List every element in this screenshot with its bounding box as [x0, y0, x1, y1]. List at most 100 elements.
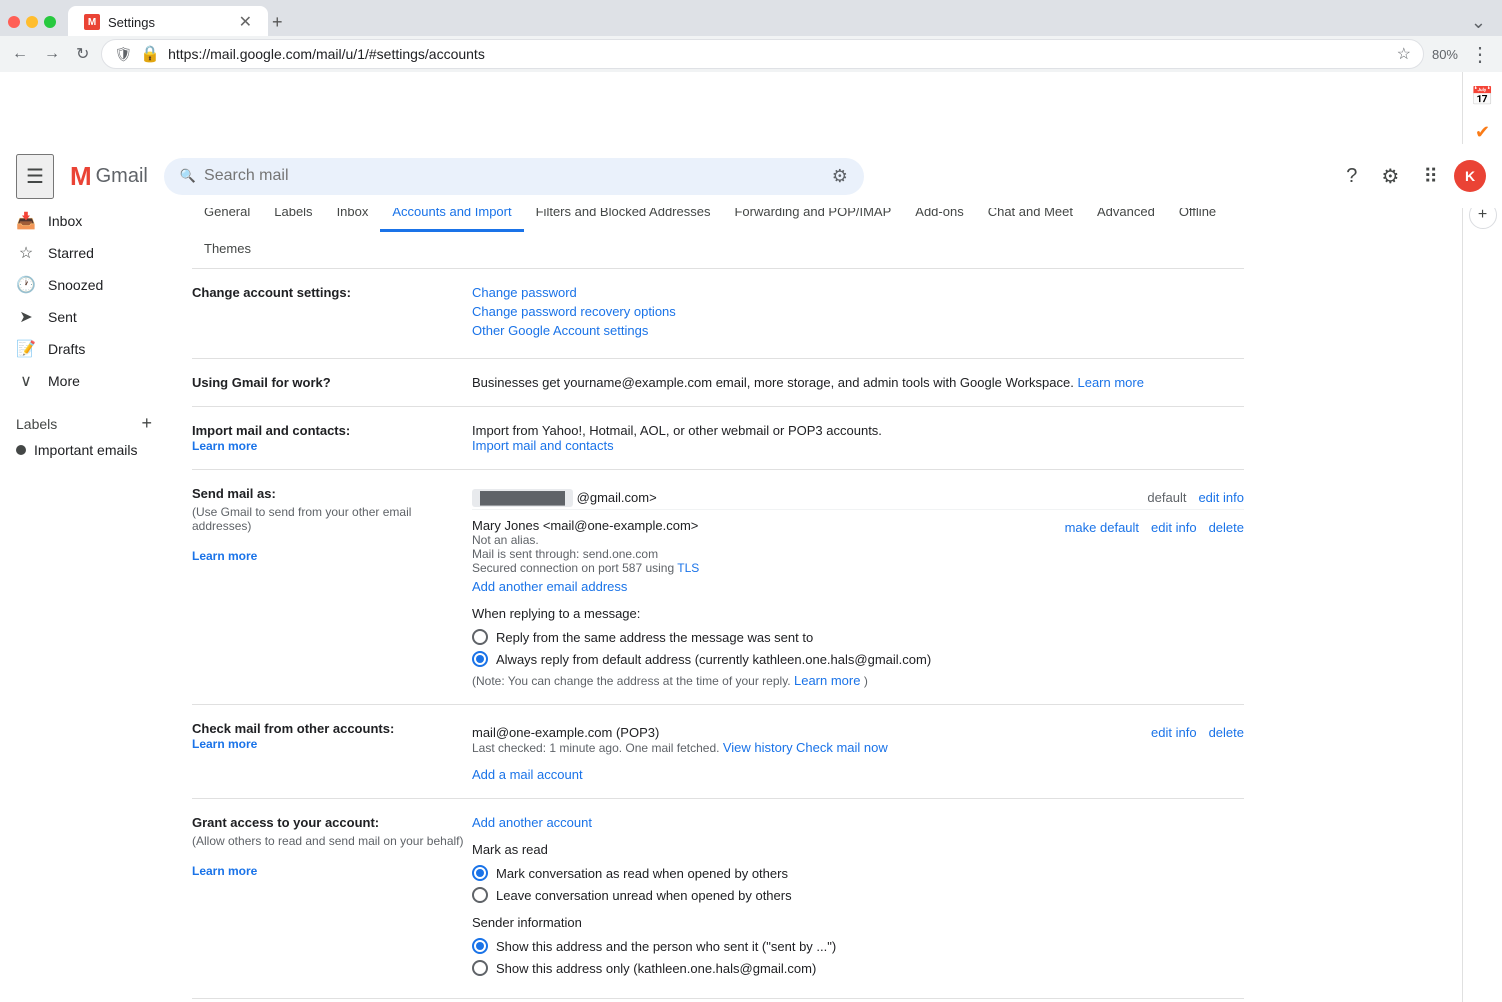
- primary-email-suffix: @gmail.com>: [577, 490, 657, 505]
- tab-menu-button[interactable]: ⌄: [1471, 12, 1494, 33]
- snoozed-icon: 🕐: [16, 275, 36, 295]
- sent-icon: ➤: [16, 307, 36, 327]
- zoom-level: 80%: [1432, 47, 1458, 62]
- sidebar-item-label: Snoozed: [48, 277, 103, 293]
- gmail-work-value: Businesses get yourname@example.com emai…: [472, 375, 1244, 390]
- search-bar[interactable]: 🔍 ⚙: [164, 158, 864, 195]
- help-button[interactable]: ?: [1338, 157, 1365, 196]
- inbox-icon: 📥: [16, 211, 36, 231]
- apps-button[interactable]: ⠿: [1415, 156, 1446, 197]
- tab-close-button[interactable]: ✕: [239, 12, 252, 32]
- change-password-link[interactable]: Change password: [472, 285, 1244, 300]
- grant-access-learn-more[interactable]: Learn more: [192, 864, 257, 878]
- sidebar-item-drafts[interactable]: 📝 Drafts: [0, 333, 168, 365]
- check-mail-row: Check mail from other accounts: Learn mo…: [192, 705, 1244, 799]
- add-email-address-link[interactable]: Add another email address: [472, 579, 627, 594]
- sender-opt2[interactable]: Show this address only (kathleen.one.hal…: [472, 960, 1244, 976]
- secondary-delete-link[interactable]: delete: [1209, 520, 1244, 535]
- calendar-icon[interactable]: 📅: [1467, 80, 1499, 112]
- mary-jones-name: Mary Jones <mail@one-example.com>: [472, 518, 1065, 533]
- mark-as-read-label: Mark as read: [472, 842, 1244, 857]
- label-item-important-emails[interactable]: Important emails: [16, 438, 152, 462]
- drafts-icon: 📝: [16, 339, 36, 359]
- sender-info-label: Sender information: [472, 915, 1244, 930]
- import-contacts-link[interactable]: Import mail and contacts: [472, 438, 614, 453]
- header-actions: ? ⚙ ⠿ K: [1338, 156, 1486, 197]
- sidebar-item-snoozed[interactable]: 🕐 Snoozed: [0, 269, 168, 301]
- check-mail-now-link[interactable]: Check mail now: [796, 740, 888, 755]
- add-another-account-link[interactable]: Add another account: [472, 815, 592, 830]
- tab-themes[interactable]: Themes: [192, 231, 263, 269]
- sender-opt1[interactable]: Show this address and the person who sen…: [472, 938, 1244, 954]
- add-mail-account-link[interactable]: Add a mail account: [472, 767, 1244, 782]
- send-mail-learn-more[interactable]: Learn more: [192, 549, 257, 563]
- make-default-link[interactable]: make default: [1065, 520, 1139, 535]
- gmail-text: Gmail: [96, 165, 148, 188]
- labels-section: Labels + Important emails: [0, 405, 168, 470]
- label-color-dot: [16, 445, 26, 455]
- sidebar-item-more[interactable]: ∨ More: [0, 365, 168, 397]
- gmail-logo: M Gmail: [70, 161, 148, 192]
- add-label-button[interactable]: +: [141, 413, 152, 434]
- sidebar-item-label: Starred: [48, 245, 94, 261]
- pop3-status: Last checked: 1 minute ago. One mail fet…: [472, 740, 1151, 755]
- browser-menu-button[interactable]: ⋮: [1466, 38, 1494, 71]
- mark-read-opt2[interactable]: Leave conversation unread when opened by…: [472, 887, 1244, 903]
- change-account-value: Change password Change password recovery…: [472, 285, 1244, 342]
- change-account-label: Change account settings:: [192, 285, 472, 300]
- gmail-work-label: Using Gmail for work?: [192, 375, 472, 390]
- check-mail-label: Check mail from other accounts: Learn mo…: [192, 721, 472, 751]
- shield-icon: 🛡: [114, 46, 132, 63]
- import-learn-more[interactable]: Learn more: [192, 439, 257, 453]
- user-avatar[interactable]: K: [1454, 160, 1486, 192]
- sidebar-item-starred[interactable]: ☆ Starred: [0, 237, 168, 269]
- search-filter-icon[interactable]: ⚙: [832, 166, 848, 187]
- sidebar-item-label: Sent: [48, 309, 77, 325]
- reply-note: (Note: You can change the address at the…: [472, 673, 1244, 688]
- tls-link[interactable]: TLS: [677, 561, 699, 575]
- gmail-g-icon: M: [70, 161, 92, 192]
- browser-tab[interactable]: M Settings ✕: [68, 6, 268, 38]
- secondary-edit-info[interactable]: edit info: [1151, 520, 1197, 535]
- settings-button[interactable]: ⚙: [1373, 156, 1407, 197]
- import-mail-value: Import from Yahoo!, Hotmail, AOL, or oth…: [472, 423, 1244, 453]
- sidebar-item-inbox[interactable]: 📥 Inbox: [0, 205, 168, 237]
- pop3-edit-info[interactable]: edit info: [1151, 725, 1197, 740]
- sidebar: ✏ Compose 📥 Inbox ☆ Starred 🕐 Snoozed ➤ …: [0, 136, 168, 1002]
- import-mail-label: Import mail and contacts: Learn more: [192, 423, 472, 453]
- reply-option1[interactable]: Reply from the same address the message …: [472, 629, 1244, 645]
- search-input[interactable]: [204, 167, 824, 185]
- back-button[interactable]: ←: [8, 41, 32, 67]
- hamburger-menu-button[interactable]: ☰: [16, 154, 54, 199]
- reply-options: When replying to a message: Reply from t…: [472, 606, 1244, 688]
- send-mail-label: Send mail as: (Use Gmail to send from yo…: [192, 486, 472, 563]
- new-tab-button[interactable]: +: [272, 12, 283, 33]
- sidebar-item-sent[interactable]: ➤ Sent: [0, 301, 168, 333]
- tab-title: Settings: [108, 15, 155, 30]
- address-bar[interactable]: 🛡 🔒 https://mail.google.com/mail/u/1/#se…: [101, 39, 1424, 69]
- grant-access-label: Grant access to your account: (Allow oth…: [192, 815, 472, 878]
- gmail-work-learn-more[interactable]: Learn more: [1077, 375, 1143, 390]
- search-icon: 🔍: [180, 168, 196, 184]
- sidebar-item-label: Inbox: [48, 213, 82, 229]
- labels-header-text: Labels: [16, 416, 57, 432]
- top-header: ☰ M Gmail 🔍 ⚙ ? ⚙ ⠿ K: [0, 144, 1502, 208]
- refresh-button[interactable]: ↻: [72, 40, 93, 68]
- pop3-delete-link[interactable]: delete: [1209, 725, 1244, 740]
- view-history-link[interactable]: View history: [723, 740, 793, 755]
- not-alias-text: Not an alias.: [472, 533, 1065, 547]
- star-icon[interactable]: ☆: [1397, 44, 1411, 64]
- send-mail-sublabel: (Use Gmail to send from your other email…: [192, 505, 472, 533]
- google-account-link[interactable]: Other Google Account settings: [472, 323, 1244, 338]
- check-mail-learn-more[interactable]: Learn more: [192, 737, 257, 751]
- forward-button[interactable]: →: [40, 41, 64, 67]
- reply-option2[interactable]: Always reply from default address (curre…: [472, 651, 1244, 667]
- primary-edit-info[interactable]: edit info: [1198, 490, 1244, 505]
- change-recovery-link[interactable]: Change password recovery options: [472, 304, 1244, 319]
- mark-read-radio-2: [472, 887, 488, 903]
- grant-access-row: Grant access to your account: (Allow oth…: [192, 799, 1244, 999]
- sender-radio-1: [472, 938, 488, 954]
- mark-read-opt1[interactable]: Mark conversation as read when opened by…: [472, 865, 1244, 881]
- reply-learn-more[interactable]: Learn more: [794, 673, 860, 688]
- more-icon: ∨: [16, 371, 36, 391]
